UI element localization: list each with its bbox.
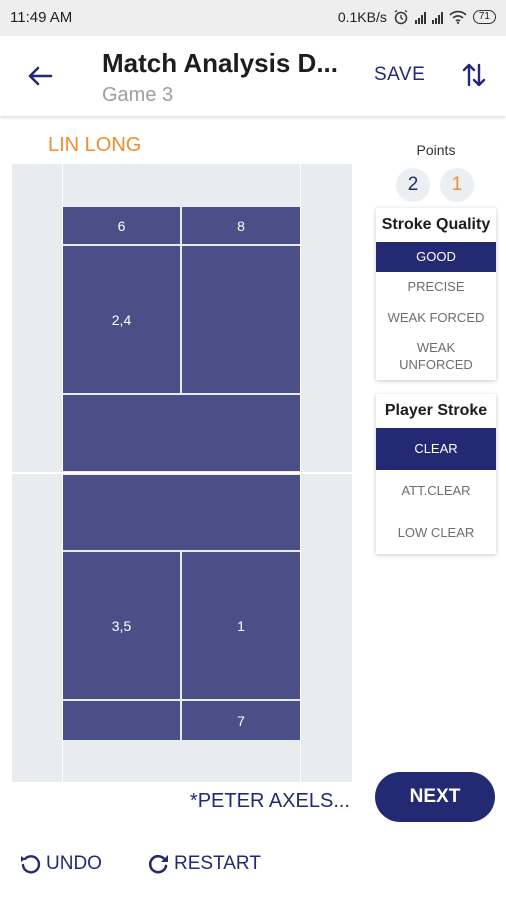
court-zone-top-back-left[interactable]: 6 (63, 207, 180, 244)
top-player-name: LIN LONG (48, 134, 142, 156)
court-zone-top-back-right[interactable]: 8 (182, 207, 300, 244)
status-time: 11:49 AM (10, 9, 73, 26)
stroke-quality-title: Stroke Quality (381, 216, 491, 233)
page-subtitle: Game 3 (102, 84, 174, 106)
player-stroke-title: Player Stroke (384, 402, 488, 419)
signal-icon-2 (431, 11, 443, 24)
court-zone-top-front[interactable] (63, 395, 300, 471)
court-zone-bottom-mid-right[interactable]: 1 (182, 552, 300, 699)
alarm-icon (394, 9, 408, 25)
network-speed: 0.1KB/s (337, 9, 387, 25)
app-header: Match Analysis D... Game 3 SAVE (0, 36, 506, 116)
restart-icon (148, 854, 168, 874)
battery-icon: 71 (472, 10, 496, 24)
wifi-icon (449, 10, 467, 24)
next-button[interactable]: NEXT (375, 772, 495, 822)
signal-icon (414, 11, 426, 24)
court-zone-bottom-back-right[interactable]: 7 (182, 701, 300, 740)
restart-button[interactable]: RESTART (146, 852, 261, 876)
stroke-quality-option-good[interactable]: GOOD (376, 242, 496, 272)
app-root: 11:49 AM 0.1KB/s 71 Match Analysis D... … (0, 0, 506, 900)
court-zone-bottom-back-left[interactable] (63, 701, 180, 740)
undo-icon (21, 855, 41, 874)
swap-vertical-icon[interactable] (460, 60, 488, 90)
court-zone-bottom-front[interactable] (63, 475, 300, 550)
court-zone-top-mid-right[interactable] (182, 246, 300, 393)
player-stroke-option-clear[interactable]: CLEAR (376, 428, 496, 470)
point-bubble-player-1[interactable]: 2 (396, 168, 430, 202)
court-zone-bottom-mid-left[interactable]: 3,5 (63, 552, 180, 699)
stroke-quality-option-precise[interactable]: PRECISE (376, 272, 496, 303)
stroke-quality-option-weak-forced[interactable]: WEAK FORCED (376, 303, 496, 334)
court-zone-top-mid-left[interactable]: 2,4 (63, 246, 180, 393)
points-label: Points (416, 142, 456, 158)
point-bubble-player-2[interactable]: 1 (440, 168, 474, 202)
bottom-player-name: *PETER AXELS... (189, 790, 350, 812)
court-net-line (12, 472, 352, 474)
save-button[interactable]: SAVE (374, 64, 425, 86)
player-stroke-option-low-clear[interactable]: LOW CLEAR (376, 512, 496, 554)
player-stroke-card: Player Stroke CLEAR ATT.CLEAR LOW CLEAR (376, 394, 496, 554)
restart-label: RESTART (174, 853, 261, 874)
page-title: Match Analysis D... (102, 48, 338, 78)
status-icons: 0.1KB/s 71 (338, 9, 496, 25)
stroke-quality-card: Stroke Quality GOOD PRECISE WEAK FORCED … (376, 208, 496, 380)
undo-button[interactable]: UNDO (18, 852, 102, 876)
undo-label: UNDO (46, 853, 102, 874)
player-stroke-option-att-clear[interactable]: ATT.CLEAR (376, 470, 496, 512)
badminton-court: 6 8 2,4 3,5 1 7 (12, 164, 352, 782)
status-bar: 11:49 AM 0.1KB/s 71 (0, 0, 506, 36)
arrow-left-icon[interactable] (24, 60, 56, 92)
stroke-quality-option-weak-unforced[interactable]: WEAK UNFORCED (376, 334, 496, 380)
